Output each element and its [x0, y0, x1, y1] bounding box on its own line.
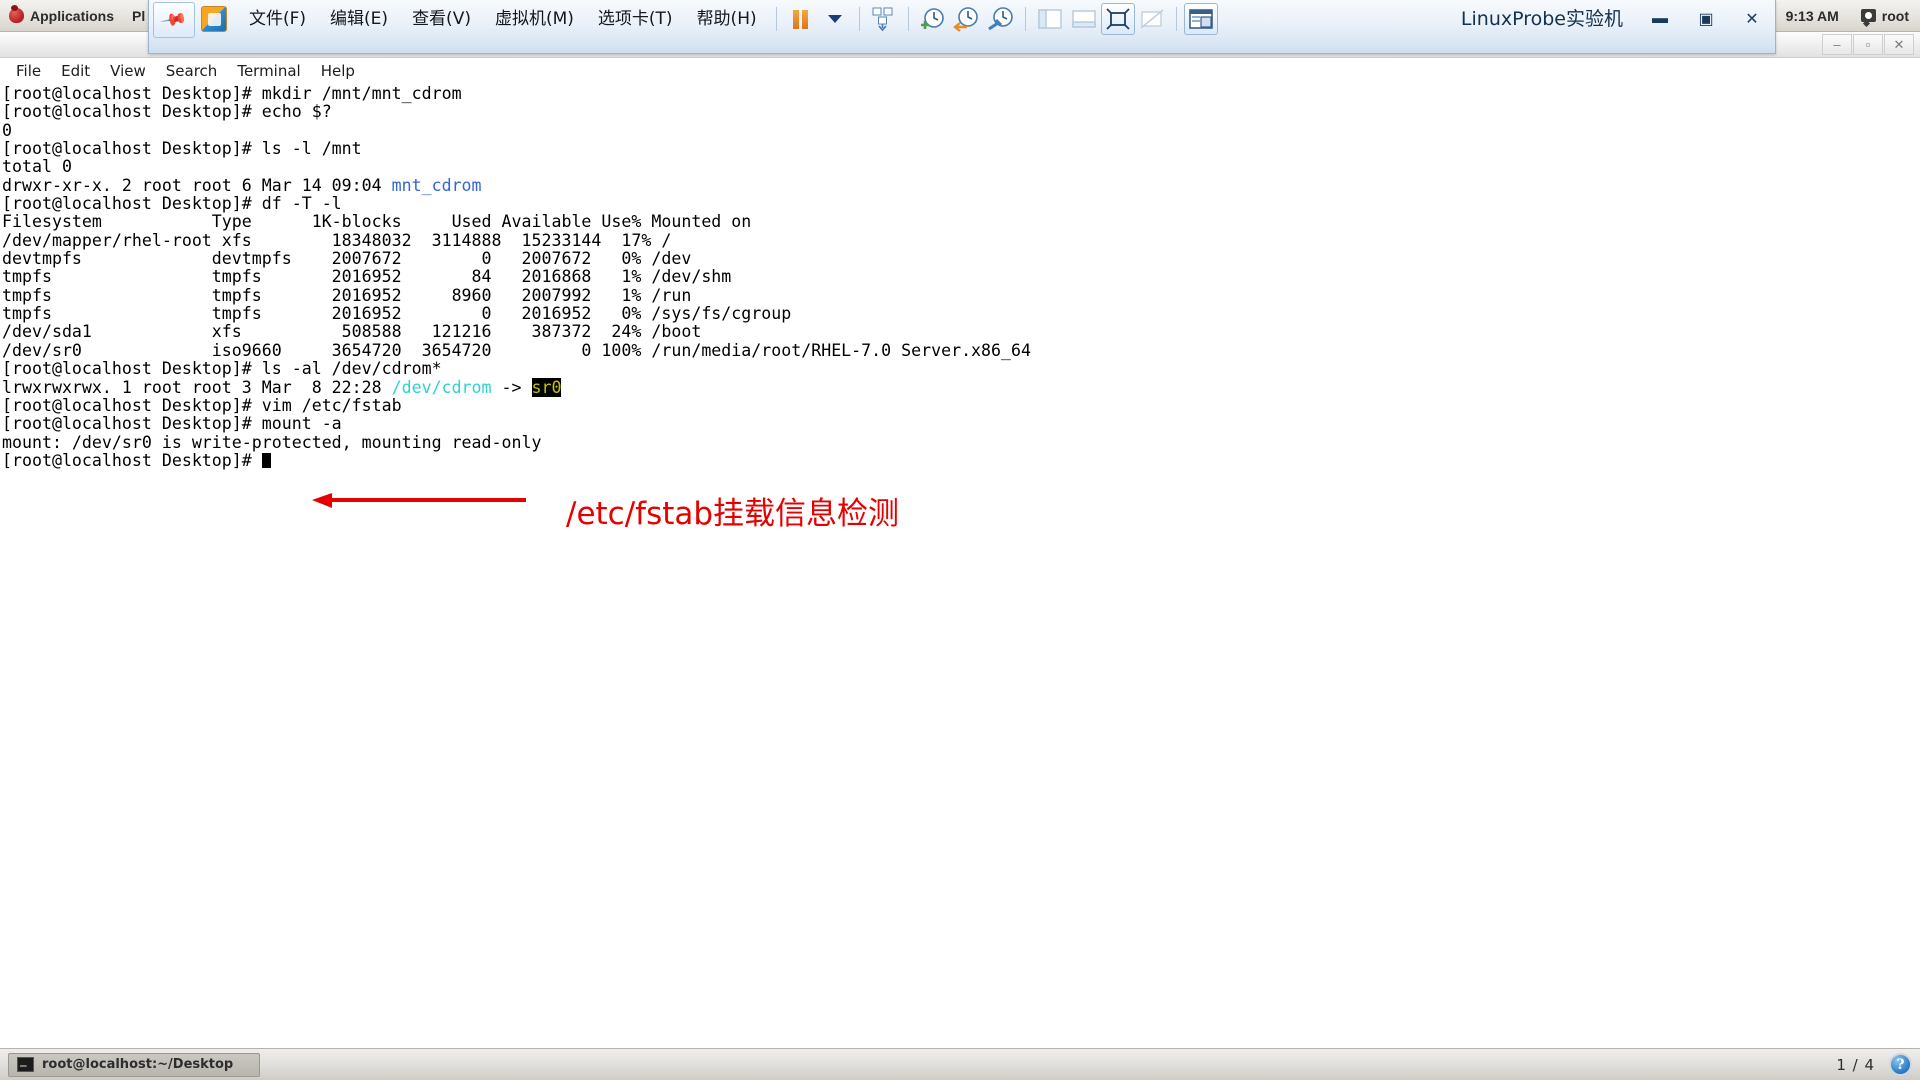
vmware-restore-button[interactable]: ▣	[1683, 4, 1729, 34]
vmware-menu-help[interactable]: 帮助(H)	[685, 0, 769, 38]
manage-snapshots-icon	[988, 7, 1013, 31]
taskbar-item-terminal[interactable]: root@localhost:~/Desktop	[8, 1052, 260, 1077]
vmware-minimize-button[interactable]: ▬	[1637, 4, 1683, 34]
vmware-vm-title: LinuxProbe实验机	[1460, 8, 1623, 30]
menu-terminal[interactable]: Terminal	[227, 62, 310, 80]
places-menu-label: Pl	[132, 7, 146, 24]
vmware-menu-file[interactable]: 文件(F)	[237, 0, 318, 38]
show-thumbnail-bar-icon	[1071, 10, 1096, 28]
unity-mode-icon	[1140, 9, 1164, 29]
terminal-maximize-button[interactable]: ▫	[1853, 34, 1883, 55]
toolbar-divider-5	[1175, 7, 1177, 31]
vmware-menu-tabs[interactable]: 选项卡(T)	[586, 0, 685, 38]
full-screen-icon	[1105, 8, 1130, 30]
terminal-close-button[interactable]: ✕	[1884, 34, 1914, 55]
terminal-menubar: File Edit View Search Terminal Help	[0, 58, 1920, 83]
vmware-revert-snapshot-button[interactable]	[950, 3, 984, 35]
vmware-menubar: 文件(F) 编辑(E) 查看(V) 虚拟机(M) 选项卡(T) 帮助(H)	[237, 0, 769, 38]
take-snapshot-icon	[921, 8, 944, 29]
vmware-send-ctrlaltdel-button[interactable]	[867, 3, 901, 35]
vmware-menu-view[interactable]: 查看(V)	[400, 0, 483, 38]
terminal-output-area[interactable]: [root@localhost Desktop]# mkdir /mnt/mnt…	[0, 83, 1920, 1018]
vmware-toolbar: 📌 文件(F) 编辑(E) 查看(V) 虚拟机(M) 选项卡(T) 帮助(H)	[149, 0, 1775, 38]
vmware-show-library-button[interactable]	[1033, 3, 1067, 35]
terminal-window: root@localhost:~/Desktop ‒ ▫ ✕ File Edit…	[0, 32, 1920, 1050]
chevron-down-icon	[827, 15, 842, 23]
terminal-text: [root@localhost Desktop]# mkdir /mnt/mnt…	[2, 84, 1031, 470]
menu-help[interactable]: Help	[311, 62, 365, 80]
show-library-icon	[1037, 9, 1062, 29]
vmware-workstation-window: 📌 文件(F) 编辑(E) 查看(V) 虚拟机(M) 选项卡(T) 帮助(H)	[148, 0, 1776, 54]
vmware-show-thumbnails-button[interactable]	[1067, 3, 1101, 35]
vmware-console-view-button[interactable]	[1183, 3, 1218, 35]
console-view-icon	[1188, 9, 1213, 29]
vmware-close-button[interactable]: ✕	[1729, 4, 1775, 34]
window-list-taskbar: root@localhost:~/Desktop 1 / 4 ?	[0, 1048, 1920, 1080]
vmware-pause-button[interactable]	[784, 3, 818, 35]
revert-snapshot-icon	[953, 7, 978, 32]
toolbar-divider	[775, 7, 777, 31]
vmware-pin-tab-button[interactable]: 📌	[153, 1, 195, 38]
menu-file[interactable]: File	[6, 62, 51, 80]
vmware-power-dropdown-button[interactable]	[818, 3, 852, 35]
terminal-minimize-button[interactable]: ‒	[1822, 34, 1852, 55]
terminal-icon	[17, 1054, 34, 1072]
send-keys-icon	[872, 7, 893, 32]
applications-menu[interactable]: Applications	[0, 0, 123, 32]
clock-label: 9:13 AM	[1785, 7, 1839, 24]
vmware-window-buttons: ▬ ▣ ✕	[1637, 0, 1775, 38]
redhat-icon	[9, 5, 24, 23]
taskbar-item-label: root@localhost:~/Desktop	[42, 1057, 234, 1072]
menu-view[interactable]: View	[100, 62, 156, 80]
toolbar-divider-3	[907, 7, 909, 31]
user-menu[interactable]: root	[1850, 0, 1920, 32]
help-orb-icon[interactable]: ?	[1889, 1053, 1912, 1076]
vmware-unity-button[interactable]	[1135, 3, 1169, 35]
menu-edit[interactable]: Edit	[51, 62, 100, 80]
toolbar-divider-4	[1024, 7, 1026, 31]
vmware-menu-edit[interactable]: 编辑(E)	[318, 0, 400, 38]
user-status-icon	[1860, 9, 1876, 22]
vmware-logo-icon	[201, 6, 227, 32]
pause-icon	[793, 9, 809, 29]
clock[interactable]: 9:13 AM	[1775, 0, 1850, 32]
vmware-fullscreen-button[interactable]	[1100, 3, 1135, 35]
pin-icon: 📌	[160, 5, 189, 33]
applications-menu-label: Applications	[30, 7, 115, 24]
vmware-menu-vm[interactable]: 虚拟机(M)	[483, 0, 586, 38]
workspace-switcher[interactable]: 1 / 4	[1830, 1056, 1881, 1074]
toolbar-divider-2	[858, 7, 860, 31]
vmware-take-snapshot-button[interactable]	[916, 3, 950, 35]
user-menu-label: root	[1881, 7, 1909, 24]
vmware-manage-snapshots-button[interactable]	[984, 3, 1018, 35]
menu-search[interactable]: Search	[156, 62, 228, 80]
